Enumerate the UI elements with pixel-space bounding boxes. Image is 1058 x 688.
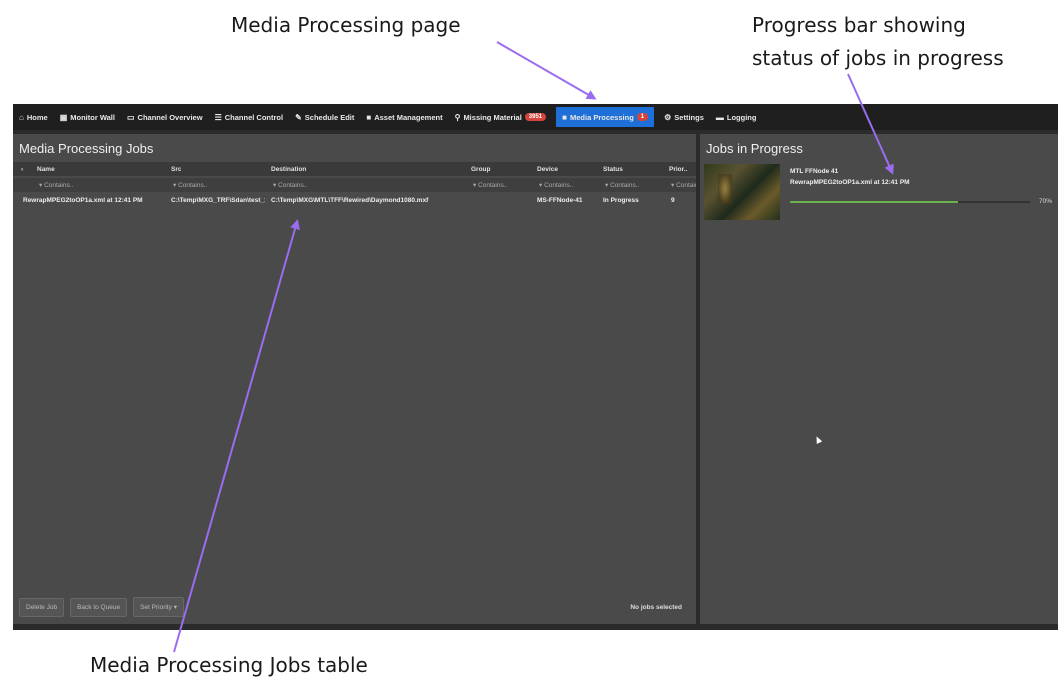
monitor-wall-icon: ▦ (59, 112, 68, 122)
schedule-edit-icon: ✎ (295, 112, 302, 122)
media-processing-jobs-panel: Media Processing Jobs ‹ Name Src Destina… (13, 134, 696, 624)
filter-group[interactable]: ▾ Contains.. (473, 181, 507, 189)
column-header-destination[interactable]: Destination (271, 166, 306, 173)
nav-item-asset-management[interactable]: ■ Asset Management (360, 104, 448, 130)
nav-label: Schedule Edit (304, 112, 355, 122)
nav-item-channel-control[interactable]: ☰ Channel Control (209, 104, 290, 130)
job-name: RewrapMPEG2toOP1a.xml at 12:41 PM (790, 179, 910, 186)
callout-jobs-table: Media Processing Jobs table (90, 653, 368, 677)
cell-status: In Progress (603, 197, 639, 204)
column-header-device[interactable]: Device (537, 166, 558, 173)
nav-label: Home (26, 112, 48, 122)
selection-status: No jobs selected (630, 603, 682, 611)
media-processing-icon: ■ (562, 112, 567, 122)
logging-icon: ▬ (715, 112, 724, 122)
table-row[interactable]: RewrapMPEG2toOP1a.xml at 12:41 PM C:\Tem… (13, 196, 696, 222)
set-priority-button[interactable]: Set Priority ▾ (133, 597, 184, 617)
nav-label: Logging (726, 112, 757, 122)
nav-item-home[interactable]: ⌂ Home (13, 104, 54, 130)
table-header: ‹ Name Src Destination Group Device Stat… (13, 162, 696, 176)
filter-device[interactable]: ▾ Contains.. (539, 181, 573, 189)
column-header-name[interactable]: Name (37, 166, 55, 173)
nav-item-settings[interactable]: ⚙ Settings (658, 104, 710, 130)
callout-media-processing-page: Media Processing page (231, 13, 461, 37)
column-header-group[interactable]: Group (471, 166, 491, 173)
filter-name[interactable]: ▾ Contains.. (39, 181, 73, 189)
sort-arrow-icon[interactable]: ‹ (21, 166, 23, 173)
nav-label: Monitor Wall (70, 112, 115, 122)
table-filter-row: ▾ Contains.. ▾ Contains.. ▾ Contains.. ▾… (13, 178, 696, 192)
column-header-priority[interactable]: Prior.. (669, 166, 687, 173)
jobs-in-progress-panel: Jobs in Progress MTL FFNode 41 RewrapMPE… (700, 134, 1058, 624)
missing-material-badge: 3951 (524, 113, 547, 121)
filter-src[interactable]: ▾ Contains.. (173, 181, 207, 189)
chevron-down-icon: ▾ (173, 604, 177, 611)
progress-panel-title: Jobs in Progress (706, 141, 803, 156)
search-icon: ⚲ (454, 112, 461, 122)
cell-name: RewrapMPEG2toOP1a.xml at 12:41 PM (23, 197, 143, 204)
app-window: ⌂ Home ▦ Monitor Wall ▭ Channel Overview ☰ C… (13, 104, 1058, 630)
filter-status[interactable]: ▾ Contains.. (605, 181, 639, 189)
mouse-cursor-icon (813, 435, 823, 444)
callout-progress-bar-line1: Progress bar showing (752, 13, 966, 37)
channel-control-icon: ☰ (214, 112, 222, 122)
nav-label: Settings (674, 112, 704, 122)
nav-label: Missing Material (463, 112, 522, 122)
home-icon: ⌂ (19, 112, 24, 122)
jobs-action-bar: Delete Job Back to Queue Set Priority ▾ … (13, 590, 696, 624)
top-nav-bar: ⌂ Home ▦ Monitor Wall ▭ Channel Overview ☰ C… (13, 104, 1058, 130)
gear-icon: ⚙ (664, 112, 672, 122)
nav-item-monitor-wall[interactable]: ▦ Monitor Wall (54, 104, 121, 130)
filter-destination[interactable]: ▾ Contains.. (273, 181, 307, 189)
nav-item-media-processing[interactable]: ■ Media Processing 1 (556, 107, 655, 127)
job-progress-fill (790, 201, 958, 203)
cell-priority: 9 (671, 197, 675, 204)
filter-priority[interactable]: ▾ Contains.. (671, 181, 696, 189)
cell-destination: C:\Temp\MXG\MTL\TFF\Rewired\Daymond1080.… (271, 197, 429, 204)
cell-device: MS-FFNode-41 (537, 197, 583, 204)
media-processing-badge: 1 (636, 113, 649, 121)
nav-item-schedule-edit[interactable]: ✎ Schedule Edit (289, 104, 360, 130)
column-header-src[interactable]: Src (171, 166, 181, 173)
job-progress-percent: 70% (1039, 198, 1053, 205)
nav-label: Channel Control (224, 112, 284, 122)
channel-overview-icon: ▭ (126, 112, 135, 122)
nav-label: Media Processing (570, 112, 634, 122)
job-node-name: MTL FFNode 41 (790, 168, 839, 175)
arrow-to-media-processing-tab (496, 41, 597, 100)
column-header-status[interactable]: Status (603, 166, 623, 173)
back-to-queue-button[interactable]: Back to Queue (70, 597, 128, 617)
job-progress-bar (790, 201, 1030, 203)
nav-item-missing-material[interactable]: ⚲ Missing Material 3951 (449, 104, 553, 130)
cell-src: C:\Temp\MXG_TRF\Sdan\test_16P0 (171, 197, 265, 204)
callout-progress-bar-line2: status of jobs in progress (752, 46, 1004, 70)
nav-label: Channel Overview (137, 112, 203, 122)
asset-management-icon: ■ (366, 112, 372, 122)
nav-label: Asset Management (374, 112, 443, 122)
jobs-panel-title: Media Processing Jobs (19, 141, 154, 156)
job-thumbnail (704, 164, 780, 220)
nav-item-channel-overview[interactable]: ▭ Channel Overview (121, 104, 209, 130)
nav-item-logging[interactable]: ▬ Logging (710, 104, 763, 130)
delete-job-button[interactable]: Delete Job (19, 597, 65, 617)
